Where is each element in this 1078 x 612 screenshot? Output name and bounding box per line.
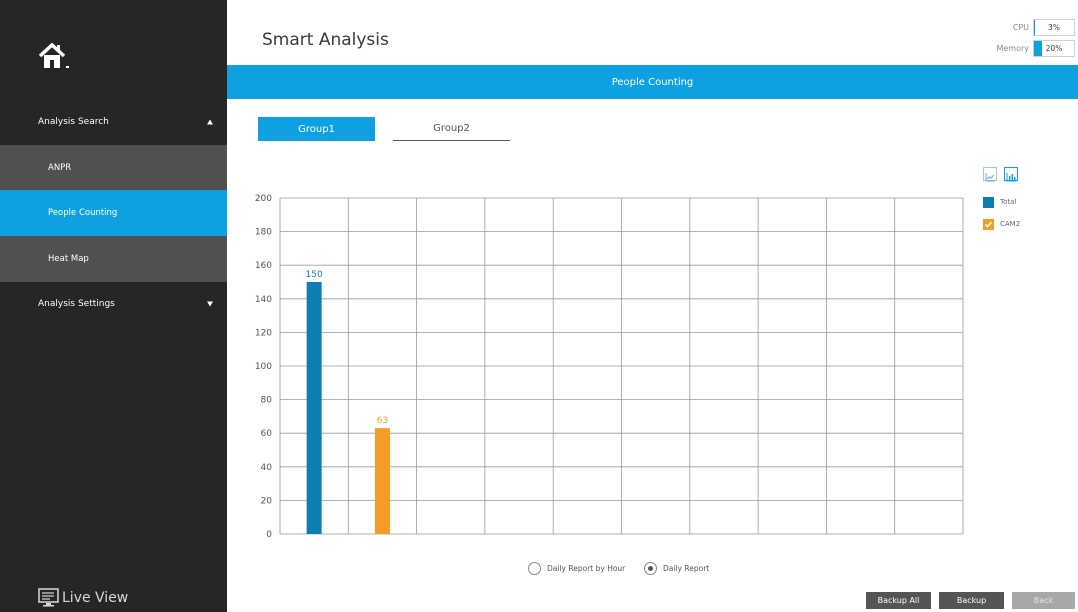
sidebar-item-anpr[interactable]: ANPR [0,145,227,191]
app-window: Analysis Search ANPR People Counting Hea… [0,0,1078,612]
section-banner: People Counting [227,65,1078,99]
cpu-meter-fill [1034,19,1036,35]
memory-meter: 20% [1033,39,1075,57]
radio-selected-icon [644,562,657,575]
radio-daily-report-by-hour[interactable]: Daily Report by Hour [528,562,625,575]
y-tick-label: 140 [255,295,272,305]
live-view-button[interactable]: Live View [38,584,128,612]
memory-meter-fill [1034,40,1042,56]
sidebar: Analysis Search ANPR People Counting Hea… [0,0,227,612]
legend-label: CAM2 [1000,220,1021,228]
bar-cam2 [374,428,390,534]
y-tick-label: 160 [255,261,272,271]
y-tick-label: 100 [255,362,272,372]
sidebar-section-analysis-settings[interactable]: Analysis Settings [0,281,227,327]
radio-unselected-icon [528,562,541,575]
tab-group2[interactable]: Group2 [393,117,510,141]
checkbox-checked-icon [983,218,994,230]
sidebar-section-analysis-search[interactable]: Analysis Search [0,99,227,145]
legend-swatch [983,196,994,208]
cpu-value: 3% [1048,22,1060,32]
people-counting-chart: 0 20 40 60 80 100 120 140 160 180 200 150 63 [255,194,964,540]
memory-usage: Memory 20% [996,39,1075,57]
sidebar-item-heat-map[interactable]: Heat Map [0,236,227,282]
sidebar-item-people-counting[interactable]: People Counting [0,190,227,236]
y-tick-label: 80 [261,396,273,406]
y-tick-label: 40 [261,463,273,473]
y-tick-label: 20 [261,496,273,506]
radio-label: Daily Report by Hour [547,564,626,573]
monitor-icon [38,588,59,607]
tab-label: Group1 [298,123,335,135]
legend-item-cam2[interactable]: CAM2 [983,217,1020,231]
sidebar-section-label: Analysis Settings [38,299,115,309]
backup-button[interactable]: Backup [939,592,1004,609]
caret-up-icon [207,119,213,125]
bar-value-label: 63 [377,416,388,426]
cpu-usage: CPU 3% [1013,18,1075,36]
memory-value: 20% [1045,43,1063,53]
legend-label: Total [1000,198,1017,206]
sidebar-section-label: Analysis Search [38,117,109,127]
banner-title: People Counting [611,76,694,88]
y-tick-label: 60 [261,429,273,439]
live-view-label: Live View [62,590,129,606]
radio-label: Daily Report [663,564,710,573]
radio-daily-report[interactable]: Daily Report [644,562,709,575]
line-chart-icon[interactable] [983,167,997,182]
y-tick-label: 120 [255,328,272,338]
tab-group1[interactable]: Group1 [258,117,375,141]
caret-down-icon [207,301,213,307]
legend-item-total[interactable]: Total [983,195,1016,209]
page-title: Smart Analysis [262,30,389,50]
y-tick-label: 200 [255,194,272,204]
sidebar-item-label: Heat Map [48,254,89,264]
backup-all-button[interactable]: Backup All [866,592,931,609]
back-button[interactable]: Back [1012,592,1075,609]
cpu-meter: 3% [1033,18,1075,36]
bar-value-label: 150 [306,270,323,280]
sidebar-item-label: People Counting [48,208,118,218]
sidebar-item-label: ANPR [48,163,72,173]
bar-total [306,282,322,534]
y-tick-label: 180 [255,228,272,238]
cpu-label: CPU [1012,22,1029,32]
tab-label: Group2 [433,123,470,134]
bar-chart-icon[interactable] [1004,167,1018,182]
home-icon[interactable] [38,42,78,74]
memory-label: Memory [996,43,1029,53]
y-tick-label: 0 [266,530,272,540]
